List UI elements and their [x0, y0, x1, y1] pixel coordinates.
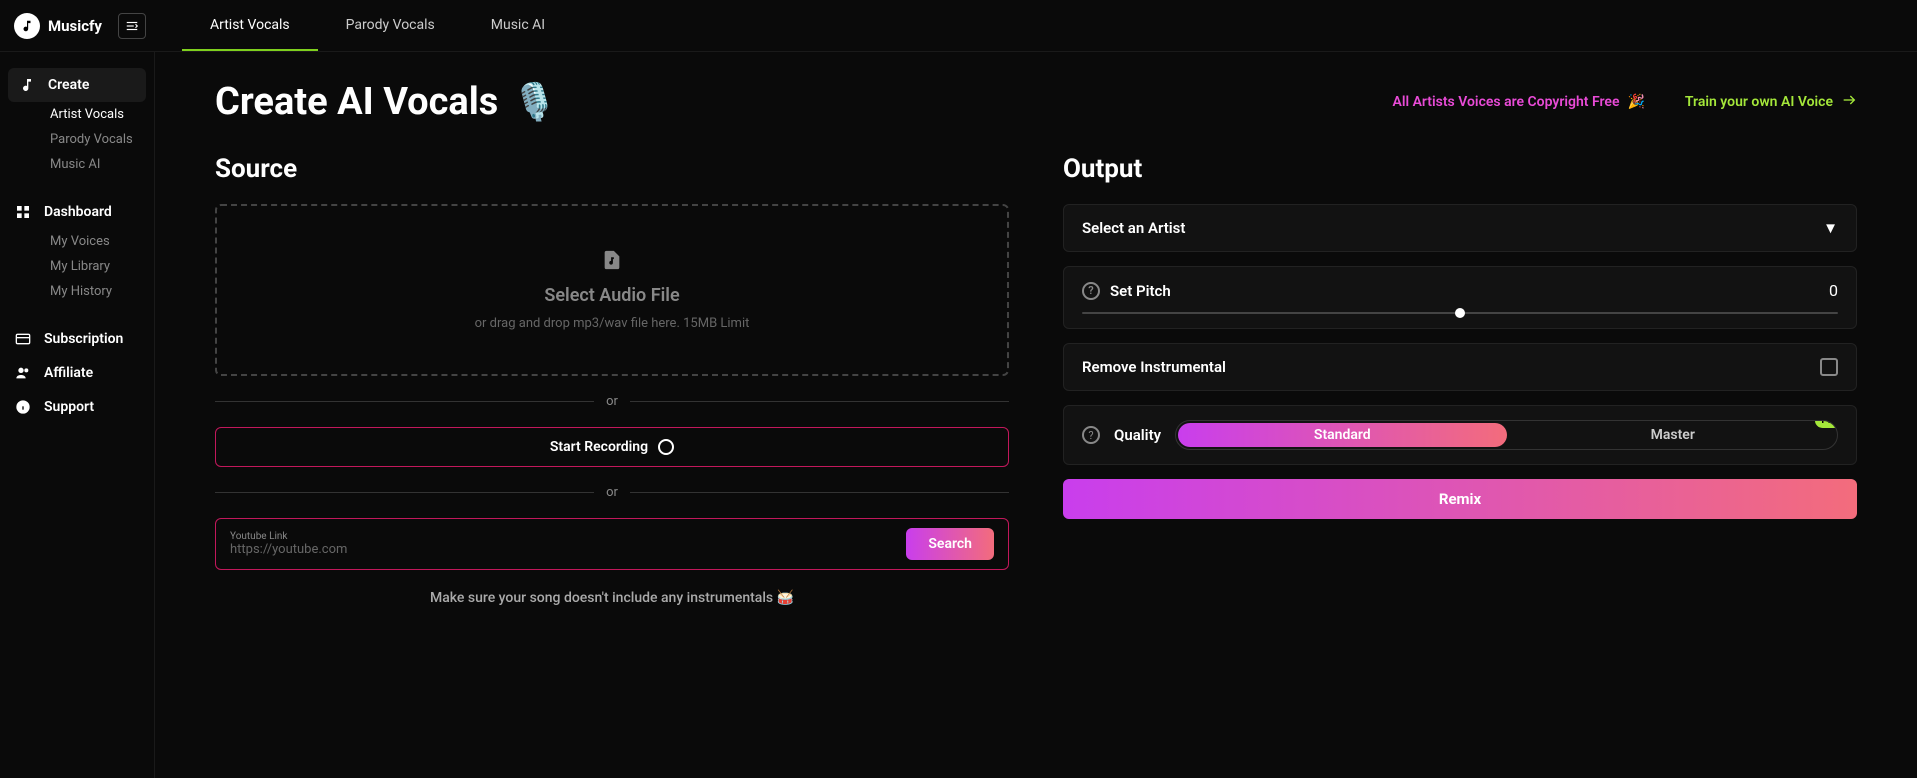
quality-master[interactable]: Master: [1509, 421, 1837, 449]
record-label: Start Recording: [550, 439, 648, 455]
remix-button[interactable]: Remix: [1063, 479, 1857, 519]
instrumental-note: Make sure your song doesn't include any …: [215, 590, 1009, 606]
quality-standard[interactable]: Standard: [1178, 423, 1506, 447]
file-dropzone[interactable]: Select Audio File or drag and drop mp3/w…: [215, 204, 1009, 376]
menu-toggle-button[interactable]: [118, 13, 146, 39]
slider-thumb[interactable]: [1455, 308, 1465, 318]
search-button[interactable]: Search: [906, 528, 994, 560]
sidebar-affiliate[interactable]: Affiliate: [0, 356, 154, 390]
file-music-icon: [601, 249, 623, 275]
dropzone-title: Select Audio File: [544, 285, 679, 306]
sidebar-create[interactable]: Create: [8, 68, 146, 102]
remove-instrumental-checkbox[interactable]: [1820, 358, 1838, 376]
help-icon[interactable]: ?: [1082, 282, 1100, 300]
record-icon: [658, 439, 674, 455]
pitch-slider[interactable]: [1082, 312, 1838, 314]
sidebar-subscription-label: Subscription: [44, 331, 123, 347]
quality-label: Quality: [1114, 426, 1161, 444]
tab-music-ai[interactable]: Music AI: [463, 0, 573, 51]
dropzone-subtitle: or drag and drop mp3/wav file here. 15MB…: [475, 316, 750, 331]
train-voice-label: Train your own AI Voice: [1685, 94, 1833, 110]
sidebar-support-label: Support: [44, 399, 94, 415]
divider-line: [215, 401, 594, 402]
music-note-icon: [18, 76, 36, 94]
arrow-right-icon: [1841, 92, 1857, 112]
divider-line: [215, 492, 594, 493]
sidebar-dashboard[interactable]: Dashboard: [0, 195, 154, 229]
youtube-link-box: Youtube Link Search: [215, 518, 1009, 570]
select-artist-dropdown[interactable]: Select an Artist ▼: [1082, 219, 1838, 237]
info-icon: [14, 398, 32, 416]
sidebar-affiliate-label: Affiliate: [44, 365, 93, 381]
users-icon: [14, 364, 32, 382]
sidebar-create-label: Create: [48, 77, 89, 93]
sidebar-item-parody-vocals[interactable]: Parody Vocals: [0, 127, 154, 152]
help-icon[interactable]: ?: [1082, 426, 1100, 444]
quality-toggle: Standard Master Pro: [1175, 420, 1838, 450]
sidebar-item-my-history[interactable]: My History: [0, 279, 154, 304]
party-icon: 🎉: [1627, 94, 1644, 110]
sidebar-subscription[interactable]: Subscription: [0, 322, 154, 356]
sidebar-item-artist-vocals[interactable]: Artist Vocals: [0, 102, 154, 127]
sidebar-item-music-ai[interactable]: Music AI: [0, 152, 154, 177]
divider-line: [630, 492, 1009, 493]
logo-icon: [14, 13, 40, 39]
sidebar-item-my-library[interactable]: My Library: [0, 254, 154, 279]
tab-artist-vocals[interactable]: Artist Vocals: [182, 0, 318, 51]
sidebar-dashboard-label: Dashboard: [44, 204, 112, 220]
pitch-label: Set Pitch: [1110, 282, 1171, 300]
credit-card-icon: [14, 330, 32, 348]
dashboard-icon: [14, 203, 32, 221]
page-title: Create AI Vocals: [215, 80, 498, 124]
copyright-free-label: All Artists Voices are Copyright Free: [1392, 94, 1619, 110]
start-recording-button[interactable]: Start Recording: [215, 427, 1009, 467]
brand-name: Musicfy: [48, 17, 102, 35]
sidebar-item-my-voices[interactable]: My Voices: [0, 229, 154, 254]
select-artist-label: Select an Artist: [1082, 219, 1185, 237]
sidebar-support[interactable]: Support: [0, 390, 154, 424]
remove-instrumental-label: Remove Instrumental: [1082, 358, 1226, 376]
pro-badge: Pro: [1815, 420, 1838, 428]
chevron-down-icon: ▼: [1823, 219, 1838, 237]
pitch-value: 0: [1829, 281, 1838, 300]
train-voice-link[interactable]: Train your own AI Voice: [1685, 92, 1857, 112]
youtube-label: Youtube Link: [230, 531, 894, 542]
copyright-free-link[interactable]: All Artists Voices are Copyright Free 🎉: [1392, 94, 1644, 110]
divider-or: or: [606, 485, 618, 500]
output-title: Output: [1063, 154, 1857, 184]
divider-line: [630, 401, 1009, 402]
microphone-icon: 🎙️: [512, 81, 557, 123]
youtube-input[interactable]: [230, 542, 894, 557]
divider-or: or: [606, 394, 618, 409]
tab-parody-vocals[interactable]: Parody Vocals: [318, 0, 463, 51]
source-title: Source: [215, 154, 1009, 184]
